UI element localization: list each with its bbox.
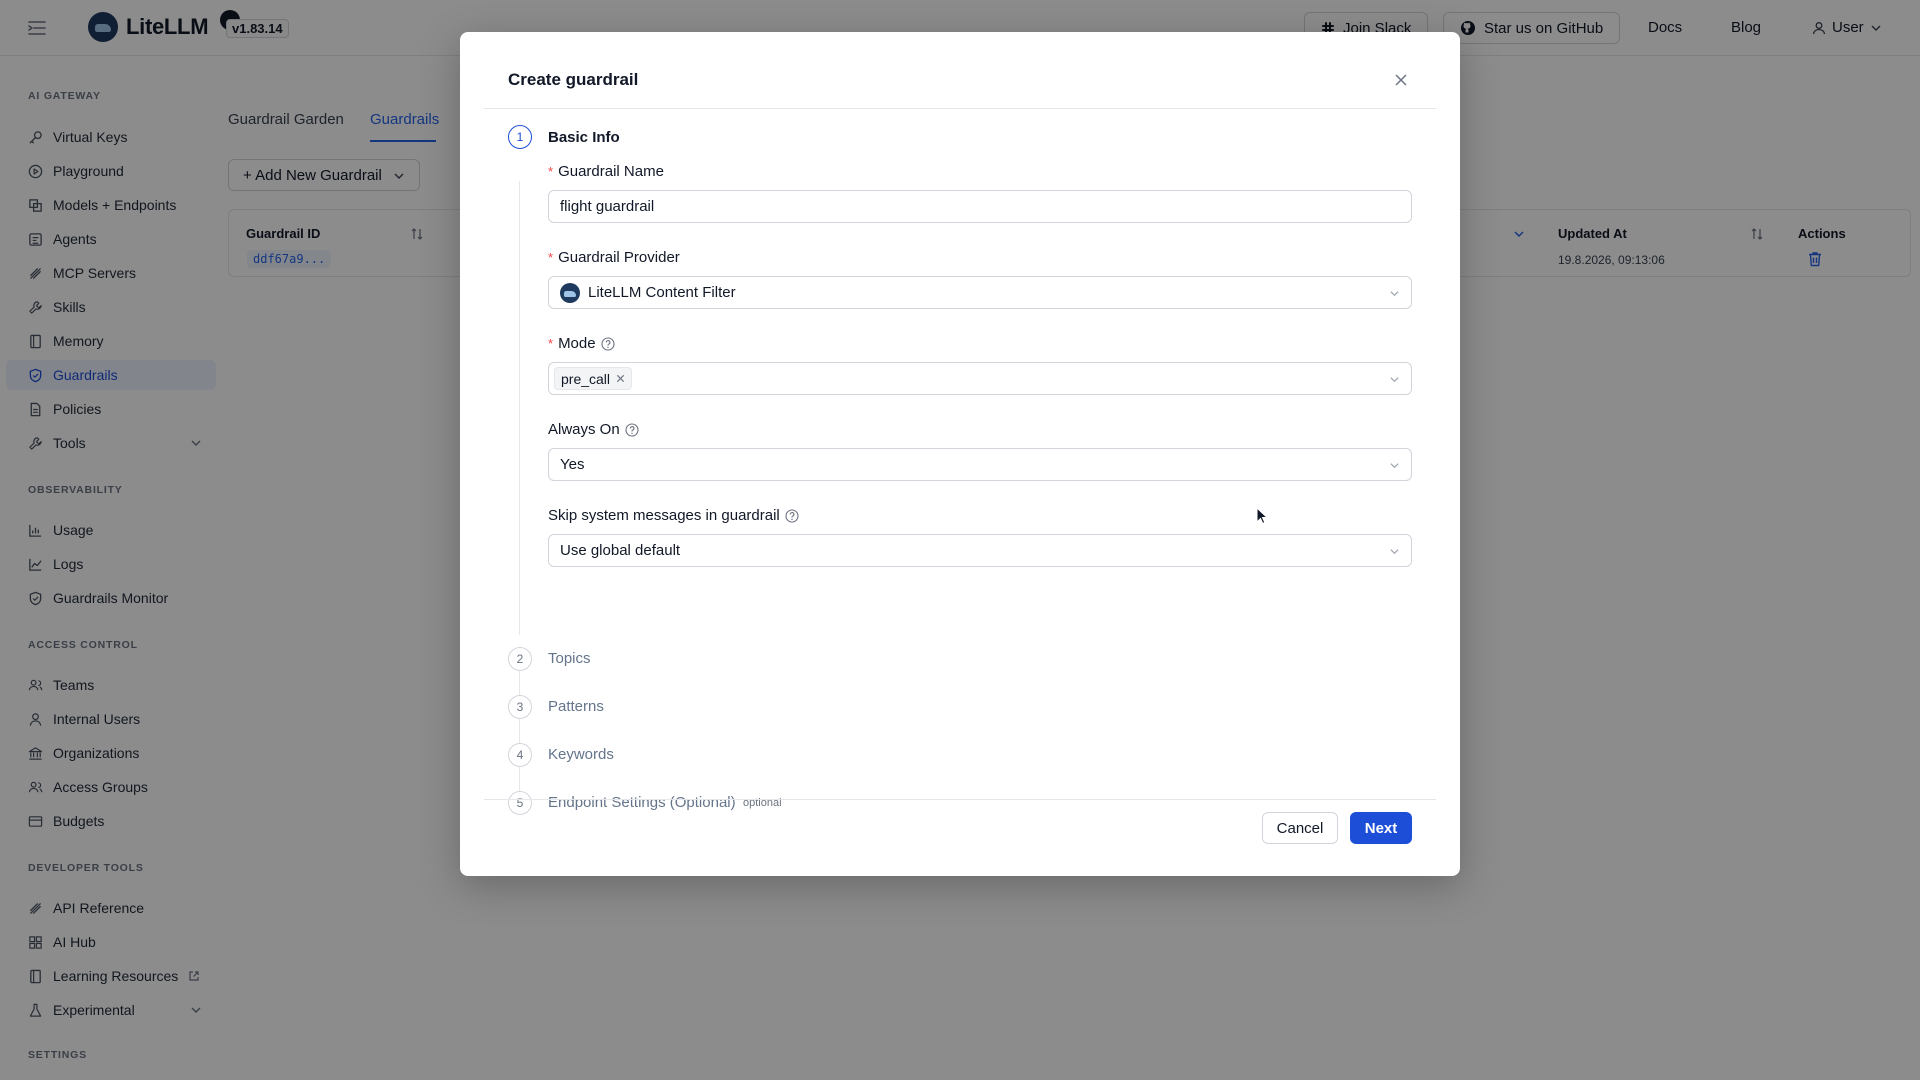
always-on-label-text: Always On [548, 421, 620, 438]
skip-system-messages-select[interactable]: Use global default [548, 534, 1412, 567]
always-on-value: Yes [560, 456, 585, 473]
guardrail-name-value: flight guardrail [560, 198, 655, 215]
step-connector [519, 767, 520, 791]
guardrail-name-input[interactable]: flight guardrail [548, 190, 1412, 223]
chevron-down-icon [1389, 288, 1400, 299]
help-icon[interactable] [785, 508, 799, 523]
help-icon[interactable] [625, 422, 639, 437]
guardrail-provider-label: * Guardrail Provider [548, 249, 680, 266]
always-on-select[interactable]: Yes [548, 448, 1412, 481]
skip-system-messages-label-text: Skip system messages in guardrail [548, 507, 780, 524]
required-marker: * [548, 250, 554, 265]
step-3-number: 3 [508, 695, 532, 719]
skip-system-messages-value: Use global default [560, 542, 681, 559]
guardrail-name-label-text: Guardrail Name [558, 163, 664, 180]
required-marker: * [548, 336, 554, 351]
guardrail-provider-value: LiteLLM Content Filter [588, 284, 736, 301]
chevron-down-icon [1389, 460, 1400, 471]
step-4-label[interactable]: Keywords [548, 746, 614, 763]
mode-label-text: Mode [558, 335, 596, 352]
mode-tag: pre_call [554, 367, 633, 390]
chevron-down-icon [1389, 374, 1400, 385]
chevron-down-icon [1389, 546, 1400, 557]
step-5-label[interactable]: Endpoint Settings (Optional) [548, 794, 736, 811]
mode-select[interactable]: pre_call [548, 362, 1412, 395]
mode-label: * Mode [548, 335, 615, 352]
skip-system-messages-label: Skip system messages in guardrail [548, 507, 799, 524]
step-connector [519, 671, 520, 695]
step-1-number: 1 [508, 125, 532, 149]
guardrail-provider-label-text: Guardrail Provider [558, 249, 680, 266]
modal-footer-divider [484, 799, 1436, 800]
close-icon[interactable] [1393, 72, 1409, 88]
required-marker: * [548, 164, 554, 179]
step-connector [519, 181, 520, 635]
mode-tag-label: pre_call [561, 370, 611, 387]
guardrail-name-label: * Guardrail Name [548, 163, 664, 180]
guardrail-provider-select[interactable]: LiteLLM Content Filter [548, 276, 1412, 309]
step-4-number: 4 [508, 743, 532, 767]
modal-header-divider [484, 108, 1436, 109]
modal-title: Create guardrail [508, 70, 639, 89]
create-guardrail-modal: Create guardrail 1 Basic Info * Guardrai… [460, 32, 1460, 876]
step-5-number: 5 [508, 791, 532, 815]
always-on-label: Always On [548, 421, 639, 438]
mouse-cursor-icon [1256, 507, 1268, 525]
help-icon[interactable] [601, 336, 615, 351]
step-3-label[interactable]: Patterns [548, 698, 604, 715]
litellm-logo-icon [560, 282, 580, 303]
step-2-number: 2 [508, 647, 532, 671]
step-2-label[interactable]: Topics [548, 650, 591, 667]
close-icon[interactable] [616, 374, 625, 383]
step-1-label[interactable]: Basic Info [548, 129, 620, 146]
step-connector [519, 719, 520, 743]
